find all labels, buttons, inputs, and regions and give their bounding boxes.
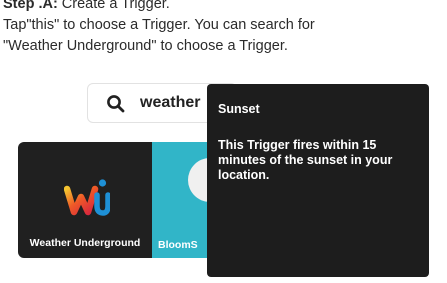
- service-card-weather-underground[interactable]: Weather Underground: [18, 142, 152, 258]
- weather-underground-logo-icon: [64, 179, 110, 216]
- step-heading: Step .A: Create a Trigger.: [3, 0, 443, 15]
- instructions: Step .A: Create a Trigger. Tap"this" to …: [3, 0, 443, 57]
- trigger-description: This Trigger fires within 15 minutes of …: [218, 138, 393, 182]
- service-label: BloomS: [158, 239, 198, 251]
- service-label: Weather Underground: [29, 237, 141, 249]
- instruction-line-2: "Weather Underground" to choose a Trigge…: [3, 38, 288, 54]
- trigger-tooltip: Sunset This Trigger fires within 15 minu…: [207, 84, 429, 277]
- search-input-value[interactable]: weather: [140, 94, 200, 112]
- step-title: Create a Trigger.: [57, 0, 170, 12]
- step-label: Step .A:: [3, 0, 58, 12]
- trigger-title: Sunset: [218, 102, 260, 116]
- search-icon: [107, 95, 125, 113]
- service-card-bloomsky[interactable]: BloomS: [152, 142, 232, 258]
- instruction-line-1: Tap"this" to choose a Trigger. You can s…: [3, 17, 315, 33]
